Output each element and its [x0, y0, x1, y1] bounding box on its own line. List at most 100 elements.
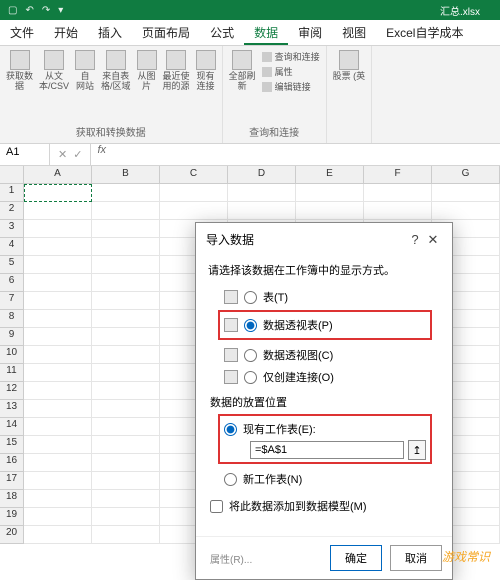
- col-header-D[interactable]: D: [228, 166, 296, 183]
- ribbon-mini-button[interactable]: 编辑链接: [262, 80, 320, 93]
- range-picker-icon[interactable]: ↥: [408, 440, 426, 460]
- col-header-A[interactable]: A: [24, 166, 92, 183]
- cell-B13[interactable]: [92, 400, 160, 418]
- undo-icon[interactable]: ↶: [25, 5, 33, 16]
- qat-dropdown-icon[interactable]: ▾: [58, 5, 63, 16]
- tab-5[interactable]: 数据: [244, 20, 288, 45]
- cell-B16[interactable]: [92, 454, 160, 472]
- cell-D1[interactable]: [228, 184, 296, 202]
- row-header-10[interactable]: 10: [0, 346, 24, 364]
- cell-A11[interactable]: [24, 364, 92, 382]
- ribbon-button[interactable]: 从图 片: [137, 50, 157, 92]
- col-header-F[interactable]: F: [364, 166, 432, 183]
- cell-A6[interactable]: [24, 274, 92, 292]
- row-header-15[interactable]: 15: [0, 436, 24, 454]
- cell-F1[interactable]: [364, 184, 432, 202]
- cell-B4[interactable]: [92, 238, 160, 256]
- ribbon-button[interactable]: 从文 本/CSV: [39, 50, 69, 92]
- cell-B6[interactable]: [92, 274, 160, 292]
- cell-A16[interactable]: [24, 454, 92, 472]
- col-header-C[interactable]: C: [160, 166, 228, 183]
- tab-7[interactable]: 视图: [332, 20, 376, 45]
- tab-2[interactable]: 插入: [88, 20, 132, 45]
- ribbon-mini-button[interactable]: 查询和连接: [262, 50, 320, 63]
- cell-B3[interactable]: [92, 220, 160, 238]
- cell-A14[interactable]: [24, 418, 92, 436]
- cell-B2[interactable]: [92, 202, 160, 220]
- help-icon[interactable]: ?: [406, 232, 424, 247]
- option-new-sheet[interactable]: 新工作表(N): [208, 468, 440, 490]
- cell-C1[interactable]: [160, 184, 228, 202]
- row-header-20[interactable]: 20: [0, 526, 24, 544]
- add-to-data-model-checkbox[interactable]: 将此数据添加到数据模型(M): [208, 490, 440, 526]
- option-pivot-table[interactable]: 数据透视表(P): [224, 314, 426, 336]
- cell-B14[interactable]: [92, 418, 160, 436]
- redo-icon[interactable]: ↷: [42, 5, 50, 16]
- tab-1[interactable]: 开始: [44, 20, 88, 45]
- cell-F2[interactable]: [364, 202, 432, 220]
- row-header-12[interactable]: 12: [0, 382, 24, 400]
- option-pivot-chart[interactable]: 数据透视图(C): [208, 344, 440, 366]
- cell-A5[interactable]: [24, 256, 92, 274]
- cancel-button[interactable]: 取消: [390, 545, 442, 571]
- row-header-8[interactable]: 8: [0, 310, 24, 328]
- cell-B1[interactable]: [92, 184, 160, 202]
- cell-D2[interactable]: [228, 202, 296, 220]
- row-header-14[interactable]: 14: [0, 418, 24, 436]
- select-all-corner[interactable]: [0, 166, 24, 183]
- refresh-all-button[interactable]: 全部刷 新: [229, 50, 256, 92]
- cell-A18[interactable]: [24, 490, 92, 508]
- row-header-16[interactable]: 16: [0, 454, 24, 472]
- tab-4[interactable]: 公式: [200, 20, 244, 45]
- row-header-11[interactable]: 11: [0, 364, 24, 382]
- cell-G1[interactable]: [432, 184, 500, 202]
- row-header-2[interactable]: 2: [0, 202, 24, 220]
- name-box[interactable]: A1: [0, 144, 50, 165]
- cell-B18[interactable]: [92, 490, 160, 508]
- row-header-4[interactable]: 4: [0, 238, 24, 256]
- stocks-button[interactable]: 股票 (英: [333, 50, 366, 82]
- tab-3[interactable]: 页面布局: [132, 20, 200, 45]
- cell-E1[interactable]: [296, 184, 364, 202]
- cell-B11[interactable]: [92, 364, 160, 382]
- cell-B12[interactable]: [92, 382, 160, 400]
- ribbon-button[interactable]: 最近使 用的源: [163, 50, 190, 92]
- cell-A10[interactable]: [24, 346, 92, 364]
- cell-A15[interactable]: [24, 436, 92, 454]
- col-header-G[interactable]: G: [432, 166, 500, 183]
- ribbon-button[interactable]: 现有 连接: [196, 50, 216, 92]
- cell-A9[interactable]: [24, 328, 92, 346]
- cell-B7[interactable]: [92, 292, 160, 310]
- row-header-7[interactable]: 7: [0, 292, 24, 310]
- row-header-9[interactable]: 9: [0, 328, 24, 346]
- row-header-19[interactable]: 19: [0, 508, 24, 526]
- ribbon-button[interactable]: 自 网站: [75, 50, 95, 92]
- row-header-5[interactable]: 5: [0, 256, 24, 274]
- row-header-13[interactable]: 13: [0, 400, 24, 418]
- cell-A12[interactable]: [24, 382, 92, 400]
- save-icon[interactable]: ▢: [8, 5, 17, 16]
- row-header-1[interactable]: 1: [0, 184, 24, 202]
- cell-B5[interactable]: [92, 256, 160, 274]
- option-existing-sheet[interactable]: 现有工作表(E):: [224, 418, 426, 440]
- properties-button[interactable]: 属性(R)...: [206, 551, 252, 566]
- row-header-17[interactable]: 17: [0, 472, 24, 490]
- cell-B17[interactable]: [92, 472, 160, 490]
- cell-A1[interactable]: [24, 184, 92, 202]
- fx-icon[interactable]: fx: [91, 144, 112, 165]
- cell-A3[interactable]: [24, 220, 92, 238]
- row-header-6[interactable]: 6: [0, 274, 24, 292]
- cell-B8[interactable]: [92, 310, 160, 328]
- cell-C2[interactable]: [160, 202, 228, 220]
- col-header-E[interactable]: E: [296, 166, 364, 183]
- cell-A8[interactable]: [24, 310, 92, 328]
- ribbon-button[interactable]: 获取数 据: [6, 50, 33, 92]
- location-input[interactable]: [250, 441, 404, 459]
- cell-B9[interactable]: [92, 328, 160, 346]
- ribbon-mini-button[interactable]: 属性: [262, 65, 320, 78]
- close-icon[interactable]: ✕: [424, 232, 442, 248]
- cell-A20[interactable]: [24, 526, 92, 544]
- row-header-3[interactable]: 3: [0, 220, 24, 238]
- option-table[interactable]: 表(T): [208, 286, 440, 308]
- cell-A13[interactable]: [24, 400, 92, 418]
